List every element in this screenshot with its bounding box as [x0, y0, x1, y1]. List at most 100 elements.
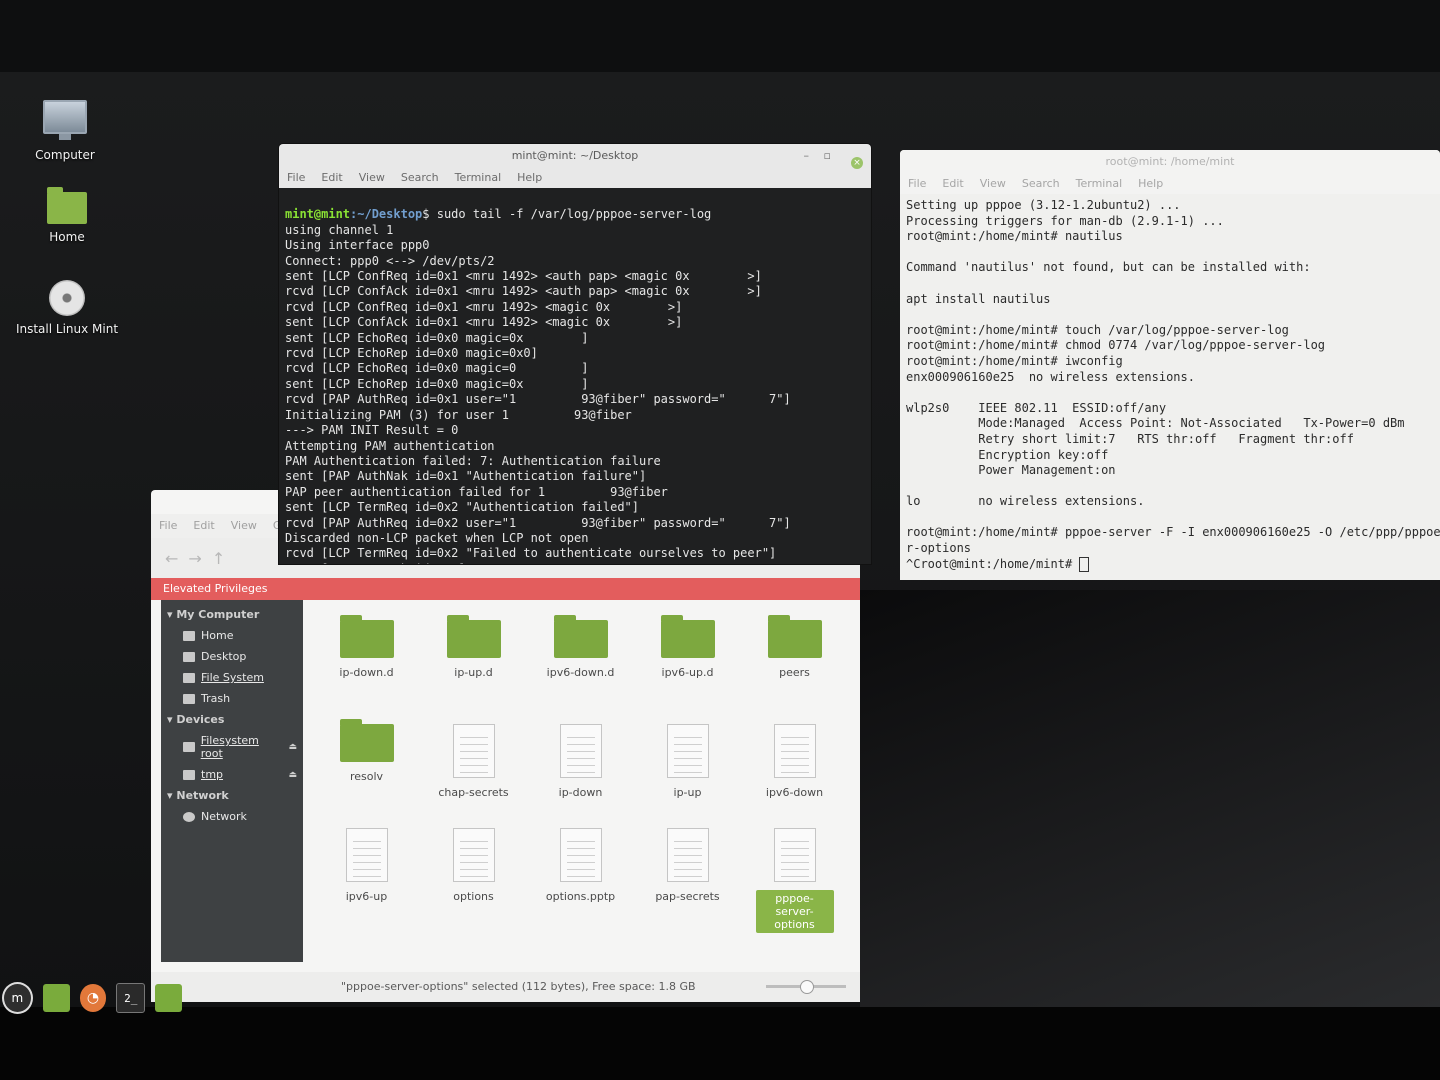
sidebar-item-trash[interactable]: Trash — [161, 688, 303, 709]
files-icon[interactable] — [42, 984, 70, 1012]
sidebar-item-desktop[interactable]: Desktop — [161, 646, 303, 667]
item-label: ip-up.d — [454, 666, 493, 679]
forward-arrow-icon[interactable]: → — [188, 549, 201, 568]
menu-file[interactable]: File — [908, 174, 926, 194]
desktop-icon-label: Install Linux Mint — [15, 322, 119, 336]
desktop-icon-computer[interactable]: Computer — [10, 100, 120, 162]
terminal-line: rcvd [LCP ConfReq id=0x1 <mru 1492> <mag… — [285, 299, 683, 314]
terminal-window-root[interactable]: root@mint: /home/mint File Edit View Sea… — [900, 150, 1440, 580]
menu-edit[interactable]: Edit — [942, 174, 963, 194]
terminal-line: Command 'nautilus' not found, but can be… — [906, 260, 1311, 275]
menu-help[interactable]: Help — [517, 168, 542, 188]
file-manager-window[interactable]: File Edit View Go ← → ↑ Elevated Privile… — [151, 490, 860, 1002]
file-item[interactable]: pap-secrets — [634, 818, 741, 922]
terminal-menubar: File Edit View Search Terminal Help — [279, 168, 871, 188]
terminal-line: Using interface ppp0 — [285, 238, 430, 253]
folder-item[interactable]: ipv6-down.d — [527, 610, 634, 714]
maximize-icon[interactable]: ▫ — [824, 144, 831, 168]
folder-item[interactable]: resolv — [313, 714, 420, 818]
item-label: pap-secrets — [655, 890, 720, 903]
folder-item[interactable]: ipv6-up.d — [634, 610, 741, 714]
terminal-line: enx000906160e25 no wireless extensions. — [906, 369, 1195, 384]
sidebar-section-devices[interactable]: ▾ Devices — [161, 709, 303, 730]
folder-item[interactable]: ip-up.d — [420, 610, 527, 714]
terminal-line: sent [LCP ConfAck id=0x1 <mru 1492> <mag… — [285, 315, 683, 330]
back-arrow-icon[interactable]: ← — [165, 549, 178, 568]
file-item[interactable]: ip-up — [634, 714, 741, 818]
file-manager-icon[interactable] — [155, 984, 182, 1012]
file-item[interactable]: options.pptp — [527, 818, 634, 922]
terminal-line: ---> PAM INIT Result = 0 — [285, 423, 459, 438]
file-item[interactable]: ip-down — [527, 714, 634, 818]
text-file-icon — [559, 724, 602, 778]
zoom-slider-knob[interactable] — [800, 980, 814, 994]
terminal-line: Connect: ppp0 <--> /dev/pts/2 — [285, 253, 495, 268]
menu-help[interactable]: Help — [1138, 174, 1163, 194]
sidebar-item-tmp[interactable]: tmp ⏏ — [161, 764, 303, 785]
terminal-cursor — [1079, 556, 1090, 572]
sidebar-section-network[interactable]: ▾ Network — [161, 785, 303, 806]
terminal-line: root@mint:/home/mint# touch /var/log/ppp… — [906, 322, 1289, 337]
status-text: "pppoe-server-options" selected (112 byt… — [341, 980, 696, 993]
terminal-line: root@mint:/home/mint# iwconfig — [906, 353, 1123, 368]
terminal-line: sent [LCP EchoReq id=0x0 magic=0x ] — [285, 330, 589, 345]
sidebar-item-file-system[interactable]: File System — [161, 667, 303, 688]
sidebar-item-filesystem-root[interactable]: Filesystem root ⏏ — [161, 730, 303, 764]
window-title: root@mint: /home/mint — [900, 150, 1440, 174]
terminal-line: root@mint:/home/mint# chmod 0774 /var/lo… — [906, 338, 1326, 353]
menu-view[interactable]: View — [359, 168, 385, 188]
folder-item[interactable]: peers — [741, 610, 848, 714]
mint-menu-icon[interactable]: m — [2, 982, 33, 1014]
up-arrow-icon[interactable]: ↑ — [212, 549, 225, 568]
folder-icon — [660, 615, 715, 658]
menu-edit[interactable]: Edit — [193, 514, 214, 538]
terminal-line: rcvd [LCP EchoRep id=0x0 magic=0x0] — [285, 346, 538, 361]
network-icon — [183, 811, 195, 822]
menu-view[interactable]: View — [231, 514, 257, 538]
file-item[interactable]: ipv6-down — [741, 714, 848, 818]
prompt-user: mint@mint — [285, 207, 351, 222]
sidebar-item-home[interactable]: Home — [161, 625, 303, 646]
firefox-icon[interactable]: ◔ — [79, 984, 107, 1012]
menu-edit[interactable]: Edit — [321, 168, 342, 188]
desktop-icon-home[interactable]: Home — [12, 187, 122, 244]
file-item[interactable]: pppoe-server-options — [741, 818, 848, 933]
close-button[interactable]: × — [851, 150, 863, 174]
terminal-line: root@mint:/home/mint# nautilus — [906, 229, 1123, 244]
eject-icon[interactable]: ⏏ — [288, 770, 297, 780]
folder-item[interactable]: ip-down.d — [313, 610, 420, 714]
sidebar-item-network[interactable]: Network — [161, 806, 303, 827]
terminal-output[interactable]: Setting up pppoe (3.12-1.2ubuntu2) ... Pr… — [900, 194, 1440, 576]
terminal-line: rcvd [PAP AuthReq id=0x1 user="1 93@fibe… — [285, 392, 791, 407]
terminal-window-mint[interactable]: mint@mint: ~/Desktop – ▫ × File Edit Vie… — [279, 144, 871, 564]
sidebar-section-my-computer[interactable]: ▾ My Computer — [161, 604, 303, 625]
menu-terminal[interactable]: Terminal — [1076, 174, 1123, 194]
menu-view[interactable]: View — [980, 174, 1006, 194]
terminal-prompt-line: mint@mint:~/Desktop$ sudo tail -f /var/l… — [285, 207, 865, 222]
terminal-line: root@mint:/home/mint# pppoe-server -F -I… — [906, 525, 1440, 540]
menu-terminal[interactable]: Terminal — [455, 168, 502, 188]
file-item[interactable]: ipv6-up — [313, 818, 420, 922]
menu-search[interactable]: Search — [401, 168, 439, 188]
eject-icon[interactable]: ⏏ — [288, 742, 297, 752]
terminal-line: Mode:Managed Access Point: Not-Associate… — [906, 416, 1405, 431]
menu-file[interactable]: File — [159, 514, 177, 538]
terminal-line: Setting up pppoe (3.12-1.2ubuntu2) ... — [906, 198, 1181, 212]
file-item[interactable]: options — [420, 818, 527, 922]
terminal-icon[interactable]: 2 _ — [116, 983, 146, 1013]
zoom-slider[interactable] — [766, 980, 846, 994]
terminal-line: Processing triggers for man-db (2.9.1-1)… — [906, 213, 1224, 228]
places-sidebar: ▾ My Computer Home Desktop File System T… — [161, 600, 303, 962]
terminal-line: Discarded non-LCP packet when LCP not op… — [285, 530, 589, 545]
terminal-output[interactable]: mint@mint:~/Desktop$ sudo tail -f /var/l… — [279, 188, 871, 564]
item-label: resolv — [349, 770, 384, 783]
item-label: ip-down.d — [339, 666, 394, 679]
desktop-icon-install-linux-mint[interactable]: Install Linux Mint — [12, 280, 122, 336]
item-label: ipv6-up.d — [661, 666, 714, 679]
menu-search[interactable]: Search — [1022, 174, 1060, 194]
drive-icon — [183, 672, 195, 683]
file-item[interactable]: chap-secrets — [420, 714, 527, 818]
taskbar: m ◔ 2 _ — [0, 978, 182, 1018]
minimize-icon[interactable]: – — [804, 144, 810, 168]
menu-file[interactable]: File — [287, 168, 305, 188]
